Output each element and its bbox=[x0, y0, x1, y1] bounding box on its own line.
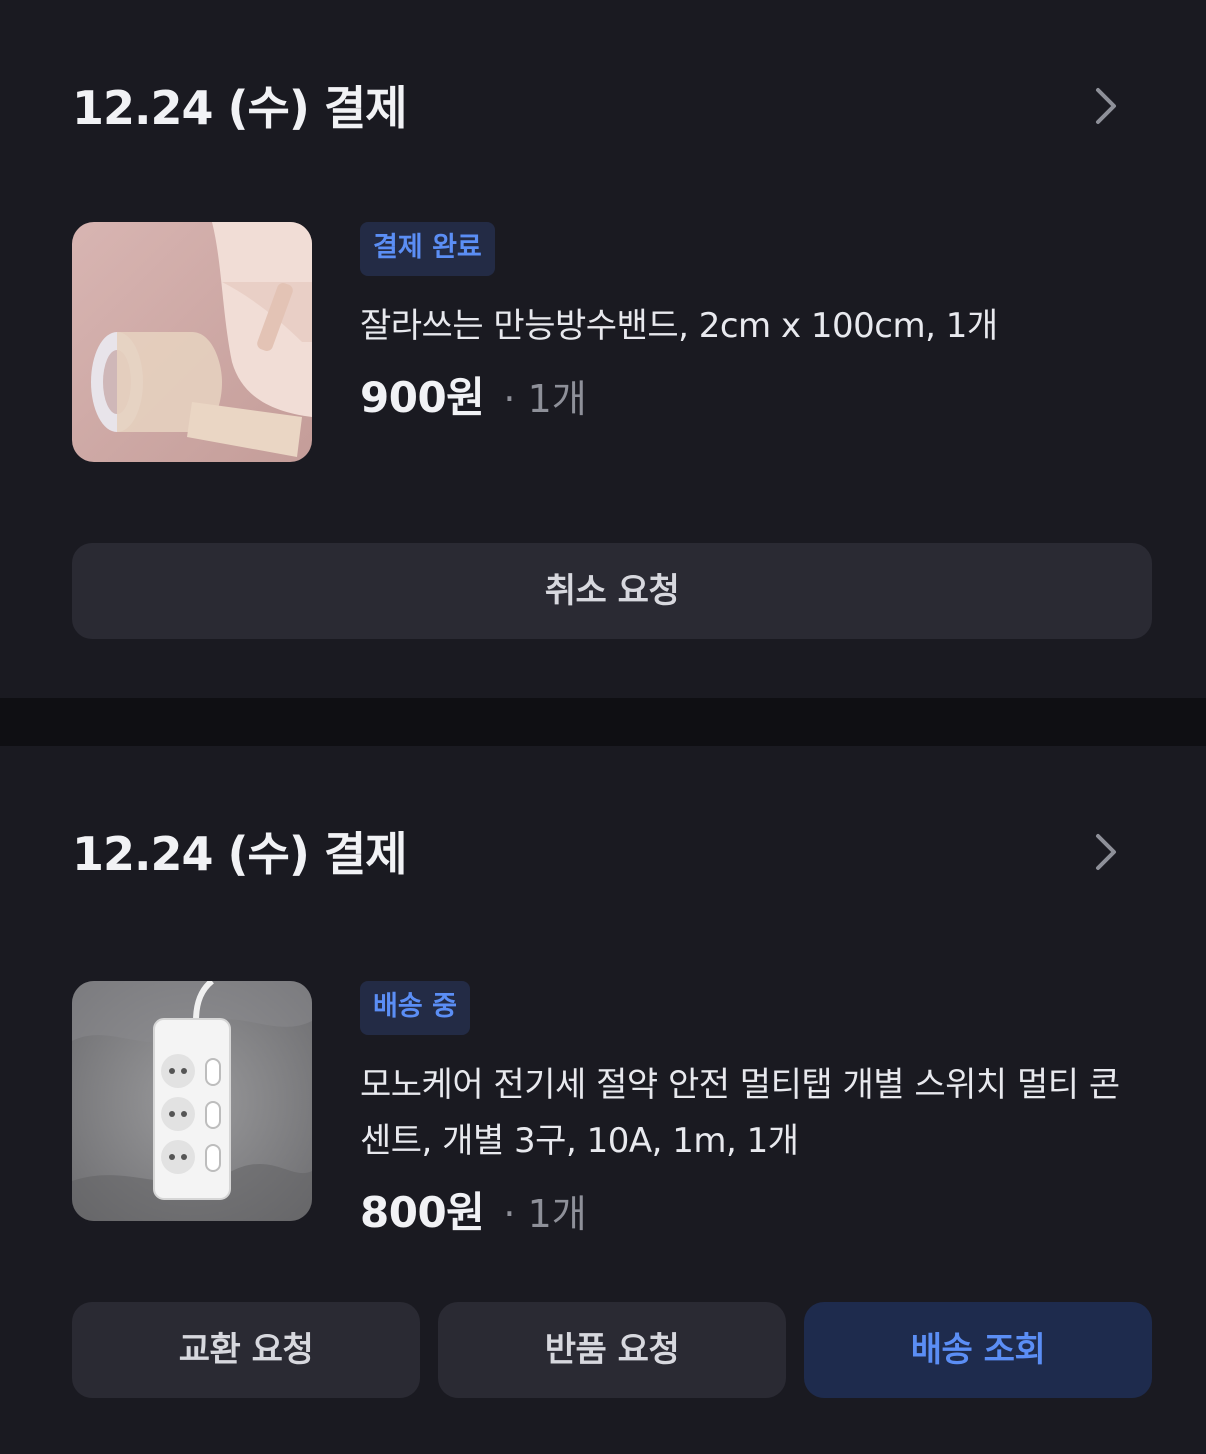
product-name[interactable]: 모노케어 전기세 절약 안전 멀티탭 개별 스위치 멀티 콘센트, 개별 3구,… bbox=[360, 1057, 1134, 1169]
product-price: 800원 bbox=[360, 1188, 485, 1237]
order-header[interactable]: 12.24 (수) 결제 bbox=[72, 80, 1134, 140]
product-price: 900원 bbox=[360, 373, 485, 422]
order-actions: 교환 요청 반품 요청 배송 조회 bbox=[72, 1302, 1152, 1398]
power-strip-image bbox=[72, 981, 312, 1221]
order-header[interactable]: 12.24 (수) 결제 bbox=[72, 826, 1134, 886]
order-card: 12.24 (수) 결제 배송 중 모노케어 전기세 절약 안전 멀티탭 개별 … bbox=[0, 746, 1206, 1454]
order-actions: 취소 요청 bbox=[72, 543, 1152, 639]
order-date: 12.24 (수) 결제 bbox=[72, 827, 408, 881]
product-info: 배송 중 모노케어 전기세 절약 안전 멀티탭 개별 스위치 멀티 콘센트, 개… bbox=[360, 981, 1134, 1243]
status-badge: 배송 중 bbox=[360, 981, 470, 1035]
exchange-request-button[interactable]: 교환 요청 bbox=[72, 1302, 420, 1398]
product-thumbnail[interactable] bbox=[72, 981, 312, 1221]
chevron-right-icon[interactable] bbox=[1086, 84, 1126, 128]
order-card: 12.24 (수) 결제 결제 완료 잘라쓰는 만능방수밴드, 2cm x 10… bbox=[0, 0, 1206, 698]
product-quantity: · 1개 bbox=[503, 377, 587, 421]
product-name[interactable]: 잘라쓰는 만능방수밴드, 2cm x 100cm, 1개 bbox=[360, 298, 1134, 354]
product-info: 결제 완료 잘라쓰는 만능방수밴드, 2cm x 100cm, 1개 900원 … bbox=[360, 222, 1134, 428]
price-row: 800원 · 1개 bbox=[360, 1183, 1134, 1243]
chevron-right-icon[interactable] bbox=[1086, 830, 1126, 874]
product-quantity: · 1개 bbox=[503, 1192, 587, 1236]
order-date: 12.24 (수) 결제 bbox=[72, 81, 408, 135]
waterproof-tape-roll-image bbox=[72, 222, 312, 462]
product-row[interactable]: 배송 중 모노케어 전기세 절약 안전 멀티탭 개별 스위치 멀티 콘센트, 개… bbox=[72, 981, 1134, 1237]
cancel-request-button[interactable]: 취소 요청 bbox=[72, 543, 1152, 639]
price-row: 900원 · 1개 bbox=[360, 368, 1134, 428]
product-thumbnail[interactable] bbox=[72, 222, 312, 462]
track-delivery-button[interactable]: 배송 조회 bbox=[804, 1302, 1152, 1398]
status-badge: 결제 완료 bbox=[360, 222, 495, 276]
product-row[interactable]: 결제 완료 잘라쓰는 만능방수밴드, 2cm x 100cm, 1개 900원 … bbox=[72, 222, 1134, 462]
return-request-button[interactable]: 반품 요청 bbox=[438, 1302, 786, 1398]
